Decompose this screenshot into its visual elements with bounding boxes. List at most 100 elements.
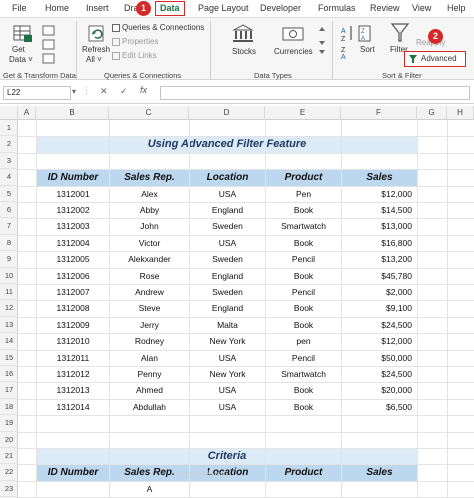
- properties-button[interactable]: Properties: [112, 37, 158, 46]
- table-cell[interactable]: $13,200: [341, 251, 418, 269]
- table-cell[interactable]: 1312002: [36, 202, 110, 220]
- table-cell[interactable]: Book: [265, 398, 342, 417]
- table-cell[interactable]: John: [109, 218, 190, 236]
- table-cell[interactable]: 1312008: [36, 300, 110, 318]
- table-cell[interactable]: $20,000: [341, 382, 418, 400]
- row-header[interactable]: 4: [0, 169, 18, 186]
- table-cell[interactable]: Book: [265, 267, 342, 285]
- criteria-cell[interactable]: A: [109, 480, 190, 498]
- column-header[interactable]: G: [417, 106, 447, 120]
- name-box[interactable]: L22: [3, 86, 71, 100]
- row-header[interactable]: 1: [0, 120, 18, 137]
- table-cell[interactable]: $13,000: [341, 218, 418, 236]
- table-cell[interactable]: Smartwatch: [265, 366, 342, 384]
- table-cell[interactable]: Book: [265, 300, 342, 318]
- name-box-dropdown-icon[interactable]: ▾: [72, 87, 76, 96]
- row-header[interactable]: 13: [0, 317, 18, 334]
- row-header[interactable]: 9: [0, 251, 18, 268]
- column-header[interactable]: C: [109, 106, 189, 120]
- row-header[interactable]: 18: [0, 399, 18, 416]
- table-cell[interactable]: Penny: [109, 366, 190, 384]
- table-cell[interactable]: 1312012: [36, 366, 110, 384]
- table-cell[interactable]: 1312003: [36, 218, 110, 236]
- table-cell[interactable]: England: [189, 202, 266, 220]
- table-cell[interactable]: Victor: [109, 234, 190, 253]
- criteria-header-cell[interactable]: ID Number: [36, 464, 110, 482]
- table-cell[interactable]: USA: [189, 398, 266, 417]
- table-cell[interactable]: 1312014: [36, 398, 110, 417]
- table-cell[interactable]: 1312009: [36, 316, 110, 335]
- row-header[interactable]: 20: [0, 432, 18, 448]
- table-cell[interactable]: Andrew: [109, 284, 190, 302]
- criteria-cell[interactable]: [189, 480, 266, 498]
- column-header-cell[interactable]: Location: [189, 169, 266, 187]
- row-header[interactable]: 19: [0, 415, 18, 432]
- row-header[interactable]: 21: [0, 448, 18, 465]
- table-cell[interactable]: Jerry: [109, 316, 190, 335]
- row-header[interactable]: 22: [0, 464, 18, 481]
- row-header[interactable]: 16: [0, 366, 18, 383]
- tab-data[interactable]: Data: [155, 1, 185, 16]
- table-cell[interactable]: New York: [189, 366, 266, 384]
- column-header[interactable]: H: [447, 106, 474, 120]
- table-cell[interactable]: pen: [265, 333, 342, 351]
- table-cell[interactable]: Alex: [109, 185, 190, 203]
- table-cell[interactable]: England: [189, 267, 266, 285]
- table-cell[interactable]: Rodney: [109, 333, 190, 351]
- row-header[interactable]: 2: [0, 136, 18, 153]
- table-cell[interactable]: Sweden: [189, 284, 266, 302]
- row-header[interactable]: 8: [0, 235, 18, 252]
- table-cell[interactable]: $6,500: [341, 398, 418, 417]
- table-cell[interactable]: Book: [265, 316, 342, 335]
- table-cell[interactable]: $2,000: [341, 284, 418, 302]
- table-cell[interactable]: USA: [189, 234, 266, 253]
- criteria-header-cell[interactable]: Product: [265, 464, 342, 482]
- tab-insert[interactable]: Insert: [86, 2, 109, 15]
- row-header[interactable]: 6: [0, 202, 18, 219]
- row-header[interactable]: 10: [0, 268, 18, 284]
- table-cell[interactable]: Sweden: [189, 218, 266, 236]
- row-header[interactable]: 15: [0, 350, 18, 366]
- column-header[interactable]: B: [36, 106, 109, 120]
- table-cell[interactable]: 1312005: [36, 251, 110, 269]
- table-cell[interactable]: $50,000: [341, 349, 418, 367]
- tab-file[interactable]: File: [12, 2, 27, 15]
- table-cell[interactable]: 1312004: [36, 234, 110, 253]
- tab-developer[interactable]: Developer: [260, 2, 301, 15]
- row-header[interactable]: 7: [0, 218, 18, 235]
- row-header[interactable]: 14: [0, 333, 18, 350]
- table-cell[interactable]: Ahmed: [109, 382, 190, 400]
- table-cell[interactable]: 1312011: [36, 349, 110, 367]
- table-cell[interactable]: Book: [265, 382, 342, 400]
- row-header[interactable]: 11: [0, 284, 18, 301]
- table-cell[interactable]: Sweden: [189, 251, 266, 269]
- get-transform-small-icons[interactable]: [42, 24, 56, 68]
- row-header[interactable]: 17: [0, 382, 18, 399]
- queries-connections-button[interactable]: Queries & Connections: [112, 23, 204, 32]
- table-cell[interactable]: USA: [189, 349, 266, 367]
- worksheet-grid[interactable]: A B C D E F G H 1 2 3 4 5 6 7 8 9 10 11 12 13 14 15 16 1…: [0, 106, 474, 498]
- table-cell[interactable]: USA: [189, 185, 266, 203]
- table-cell[interactable]: Book: [265, 202, 342, 220]
- tab-view[interactable]: View: [412, 2, 431, 15]
- criteria-cell[interactable]: [265, 480, 342, 498]
- row-header[interactable]: 5: [0, 186, 18, 202]
- column-header-cell[interactable]: Product: [265, 169, 342, 187]
- column-header-cell[interactable]: Sales: [341, 169, 418, 187]
- row-header[interactable]: 23: [0, 481, 18, 498]
- data-types-scroll-icon[interactable]: [318, 26, 326, 56]
- table-cell[interactable]: Alekxander: [109, 251, 190, 269]
- table-cell[interactable]: Malta: [189, 316, 266, 335]
- column-header-cell[interactable]: ID Number: [36, 169, 110, 187]
- formula-input[interactable]: [160, 86, 470, 100]
- insert-function-icon[interactable]: fx: [140, 85, 147, 95]
- table-cell[interactable]: Alan: [109, 349, 190, 367]
- column-header[interactable]: A: [18, 106, 36, 120]
- table-cell[interactable]: New York: [189, 333, 266, 351]
- table-cell[interactable]: Pencil: [265, 284, 342, 302]
- table-cell[interactable]: Book: [265, 234, 342, 253]
- table-cell[interactable]: Rose: [109, 267, 190, 285]
- criteria-cell[interactable]: [36, 480, 110, 498]
- table-cell[interactable]: $12,000: [341, 185, 418, 203]
- criteria-title[interactable]: Criteria: [36, 448, 418, 466]
